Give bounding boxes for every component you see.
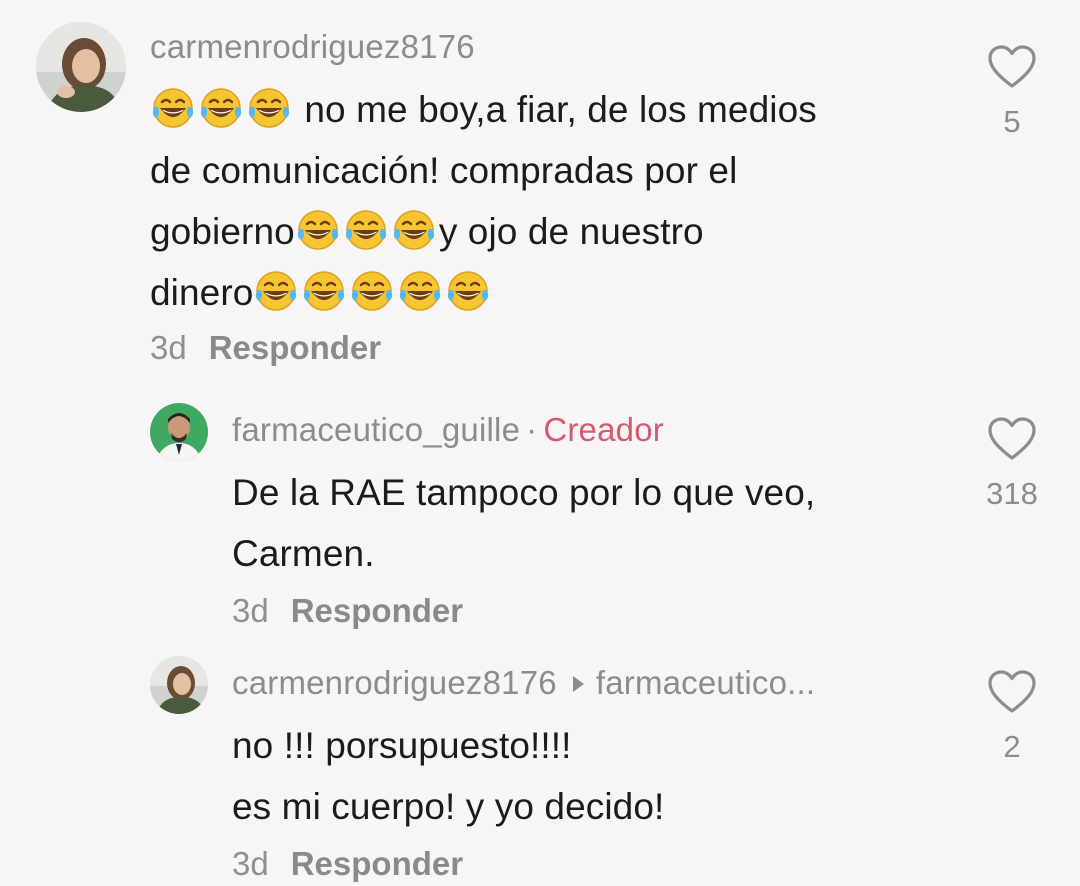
comment-username[interactable]: carmenrodriguez8176	[150, 28, 475, 66]
comment-meta: 3d Responder	[232, 592, 463, 630]
separator: ·	[526, 411, 538, 448]
reply-button[interactable]: Responder	[291, 845, 463, 882]
triangle-right-icon	[572, 676, 584, 693]
comment-username: carmenrodriguez8176 farmaceutico...	[232, 664, 815, 702]
like-count: 318	[986, 476, 1038, 511]
comment-line-text: gobierno	[150, 211, 295, 252]
timestamp: 3d	[232, 592, 269, 629]
username-link[interactable]: farmaceutico_guille	[232, 411, 520, 448]
comment-text: De la RAE tampoco por lo que veo, Carmen…	[232, 462, 815, 584]
reply-button[interactable]: Responder	[291, 592, 463, 629]
comment-line-text: de comunicación! compradas por el	[150, 150, 738, 191]
comment-meta: 3d Responder	[232, 845, 463, 883]
comment-line: de comunicación! compradas por el	[150, 140, 817, 201]
face-with-tears-of-joy-emoji	[246, 85, 292, 131]
face-with-tears-of-joy-emoji	[397, 268, 443, 314]
face-with-tears-of-joy-emoji	[391, 207, 437, 253]
heart-outline-icon	[988, 417, 1036, 460]
comment-line-text: y ojo de nuestro	[438, 211, 704, 252]
laughing-emoji-group	[150, 88, 294, 130]
comment-line: gobierno y ojo de nuestro	[150, 201, 817, 262]
comment-text: no !!! porsupuesto!!!! es mi cuerpo! y y…	[232, 715, 664, 837]
like-button[interactable]: 2	[982, 669, 1042, 765]
comment-line: dinero	[150, 262, 817, 323]
face-with-tears-of-joy-emoji	[349, 268, 395, 314]
timestamp: 3d	[232, 845, 269, 882]
comment-line: no me boy,a fiar, de los medios	[150, 79, 817, 140]
timestamp: 3d	[150, 329, 187, 366]
comment-text: no me boy,a fiar, de los medios de comun…	[150, 79, 817, 323]
face-with-tears-of-joy-emoji	[150, 85, 196, 131]
face-with-tears-of-joy-emoji	[253, 268, 299, 314]
like-count: 5	[1003, 104, 1021, 139]
heart-outline-icon	[988, 45, 1036, 88]
comment-line-text: no me boy,a fiar, de los medios	[294, 89, 817, 130]
comment-line: es mi cuerpo! y yo decido!	[232, 786, 665, 827]
comment-line: Carmen.	[232, 533, 375, 574]
comment-line: De la RAE tampoco por lo que veo,	[232, 472, 816, 513]
face-with-tears-of-joy-emoji	[198, 85, 244, 131]
face-with-tears-of-joy-emoji	[445, 268, 491, 314]
reply-to-username[interactable]: farmaceutico...	[596, 664, 815, 701]
comment-line-text: dinero	[150, 272, 254, 313]
like-button[interactable]: 5	[982, 44, 1042, 140]
avatar[interactable]	[150, 403, 208, 461]
like-count: 2	[1003, 729, 1021, 764]
username-link[interactable]: carmenrodriguez8176	[232, 664, 557, 701]
comment-meta: 3d Responder	[150, 329, 381, 367]
comment-username: farmaceutico_guille · Creador	[232, 411, 664, 449]
comment-thread: carmenrodriguez8176 no me boy,a fiar, de…	[0, 0, 1080, 886]
avatar[interactable]	[150, 656, 208, 714]
laughing-emoji-group	[295, 210, 439, 252]
face-with-tears-of-joy-emoji	[301, 268, 347, 314]
like-button[interactable]: 318	[982, 416, 1042, 512]
heart-outline-icon	[988, 670, 1036, 713]
reply-button[interactable]: Responder	[209, 329, 381, 366]
creator-badge: Creador	[543, 411, 664, 448]
comment-line: no !!! porsupuesto!!!!	[232, 725, 572, 766]
laughing-emoji-group	[253, 271, 493, 313]
avatar[interactable]	[36, 22, 126, 112]
face-with-tears-of-joy-emoji	[343, 207, 389, 253]
face-with-tears-of-joy-emoji	[295, 207, 341, 253]
